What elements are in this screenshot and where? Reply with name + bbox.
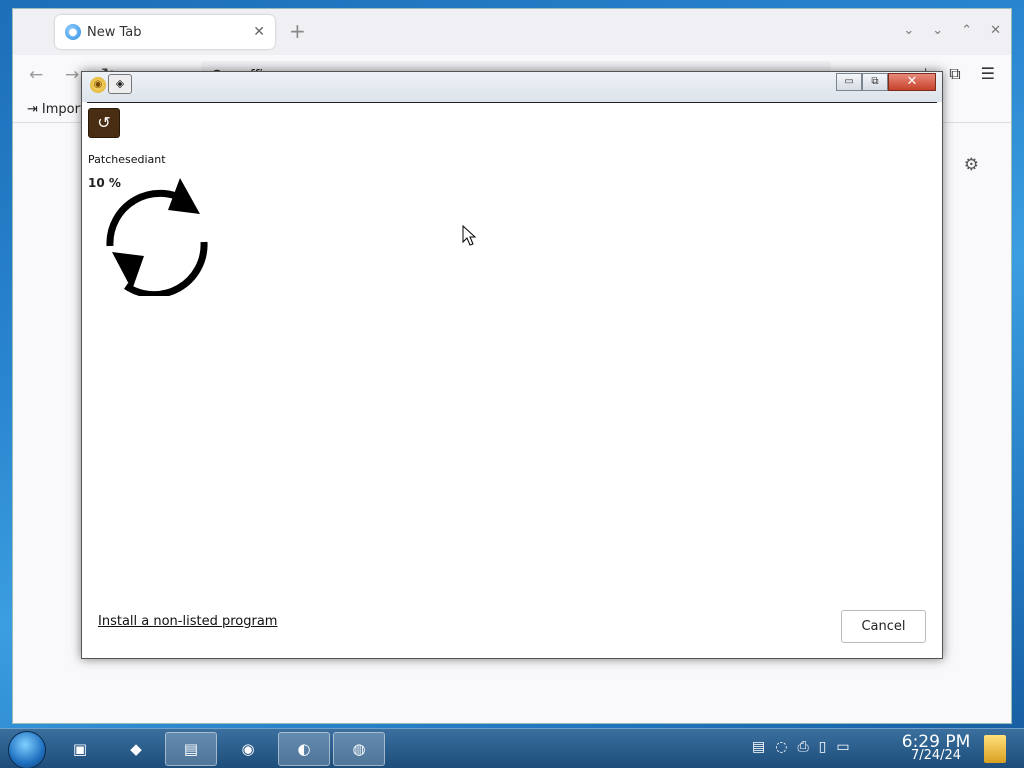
tab-new-tab[interactable]: ● New Tab ✕	[55, 15, 275, 49]
window-controls: ⌄ ⌄ ⌃ ✕	[903, 23, 1001, 38]
menu-icon[interactable]: ☰	[981, 64, 995, 84]
close-icon[interactable]: ✕	[990, 23, 1001, 38]
taskbar-control-panel-icon[interactable]: ▣	[54, 732, 106, 766]
taskbar-media-icon[interactable]: ◉	[222, 732, 274, 766]
show-desktop-button[interactable]	[984, 735, 1006, 763]
battery-icon[interactable]: ▯	[819, 739, 827, 755]
refresh-spinner-icon	[106, 178, 208, 296]
maximize-icon[interactable]: ⌃	[961, 23, 972, 38]
close-button[interactable]: ✕	[888, 73, 936, 91]
back-icon[interactable]: ←	[29, 65, 43, 85]
mouse-cursor-icon	[462, 225, 477, 246]
maximize-button[interactable]: ⧉	[862, 73, 888, 91]
extensions-icon[interactable]: ⧉	[949, 64, 960, 84]
taskbar-browser-icon[interactable]: ◐	[278, 732, 330, 766]
clock-time: 6:29 PM	[901, 732, 971, 752]
taskbar: ▣ ◆ ▤ ◉ ◐ ◍ ▤ ◌ ⎙ ▯ ▭ 6:29 PM 7/24/24	[0, 728, 1024, 768]
install-non-listed-program-link[interactable]: Install a non-listed program	[98, 614, 277, 629]
tab-list-icon[interactable]: ⌄	[903, 23, 914, 38]
patch-icon: ↺	[88, 108, 120, 138]
browser-favicon-icon: ●	[65, 24, 81, 40]
taskbar-installer-icon[interactable]: ◍	[333, 732, 385, 766]
dialog-menu-icon[interactable]: ◈	[108, 74, 132, 94]
import-bookmarks-link[interactable]: Import	[42, 102, 85, 117]
cancel-button[interactable]: Cancel	[841, 610, 926, 643]
divider	[87, 102, 937, 103]
dialog-titlebar: ◉ ◈ ▭ ⧉ ✕	[82, 72, 942, 102]
clipboard-icon[interactable]: ▤	[752, 739, 765, 755]
network-icon[interactable]: ◌	[775, 739, 787, 755]
tab-strip: ● New Tab ✕ + ⌄ ⌄ ⌃ ✕	[13, 9, 1011, 55]
installer-dialog: ◉ ◈ ▭ ⧉ ✕ ↺ Patchesediant 10 % Install a…	[81, 71, 943, 659]
taskbar-file-explorer-icon[interactable]: ▤	[165, 732, 217, 766]
start-button[interactable]	[8, 731, 46, 768]
app-icon: ◉	[90, 77, 106, 93]
clock[interactable]: 6:29 PM 7/24/24	[898, 732, 974, 763]
minimize-button[interactable]: ▭	[836, 73, 862, 91]
import-icon: ⇥	[27, 102, 38, 117]
new-tab-button[interactable]: +	[289, 21, 306, 41]
document-icon[interactable]: ▭	[836, 739, 849, 755]
system-tray: ▤ ◌ ⎙ ▯ ▭	[752, 739, 850, 755]
minimize-icon[interactable]: ⌄	[932, 23, 943, 38]
dialog-window-buttons: ▭ ⧉ ✕	[836, 73, 936, 91]
tab-close-icon[interactable]: ✕	[253, 24, 265, 40]
taskbar-app-icon[interactable]: ◆	[110, 732, 162, 766]
tab-title: New Tab	[87, 24, 142, 40]
printer-icon[interactable]: ⎙	[797, 739, 808, 755]
forward-icon[interactable]: →	[65, 65, 79, 85]
gear-icon[interactable]: ⚙	[964, 155, 979, 175]
status-label: Patchesediant	[88, 153, 166, 166]
